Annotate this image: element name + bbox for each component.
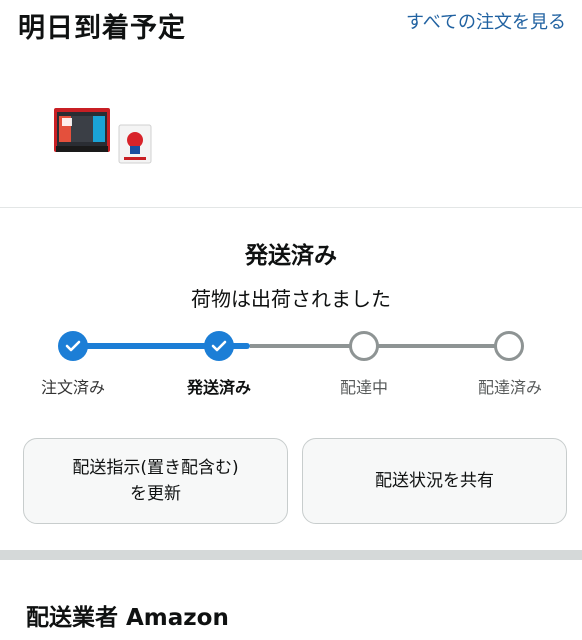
step-delivered-circle-icon <box>494 331 524 361</box>
delivery-estimate-title: 明日到着予定 <box>18 13 186 44</box>
step-label-ordered: 注文済み <box>40 378 105 397</box>
shipment-status-title: 発送済み <box>245 243 337 269</box>
update-delivery-instructions-button[interactable]: 配送指示(置き配含む)を更新 <box>23 438 288 524</box>
order-header: 明日到着予定 すべての注文を見る <box>0 0 582 70</box>
share-delivery-status-button[interactable]: 配送状況を共有 <box>302 438 567 524</box>
step-ordered-check-icon <box>58 331 88 361</box>
section-divider-thick <box>0 550 582 560</box>
progress-bar-remaining <box>250 344 508 348</box>
view-all-orders-link[interactable]: すべての注文を見る <box>401 9 566 36</box>
carrier-heading: 配送業者 Amazon <box>26 605 229 631</box>
product-thumbnails[interactable] <box>54 98 174 168</box>
memory-card-image[interactable] <box>118 124 154 164</box>
shipment-status-subtitle: 荷物は出荷されました <box>191 287 391 311</box>
game-console-box-image[interactable] <box>54 104 114 154</box>
step-in-transit-circle-icon <box>349 331 379 361</box>
step-label-in-transit: 配達中 <box>339 378 388 397</box>
step-shipped-check-icon <box>204 331 234 361</box>
step-label-shipped: 発送済み <box>186 378 251 397</box>
section-divider <box>0 207 582 208</box>
step-label-delivered: 配達済み <box>477 378 542 397</box>
